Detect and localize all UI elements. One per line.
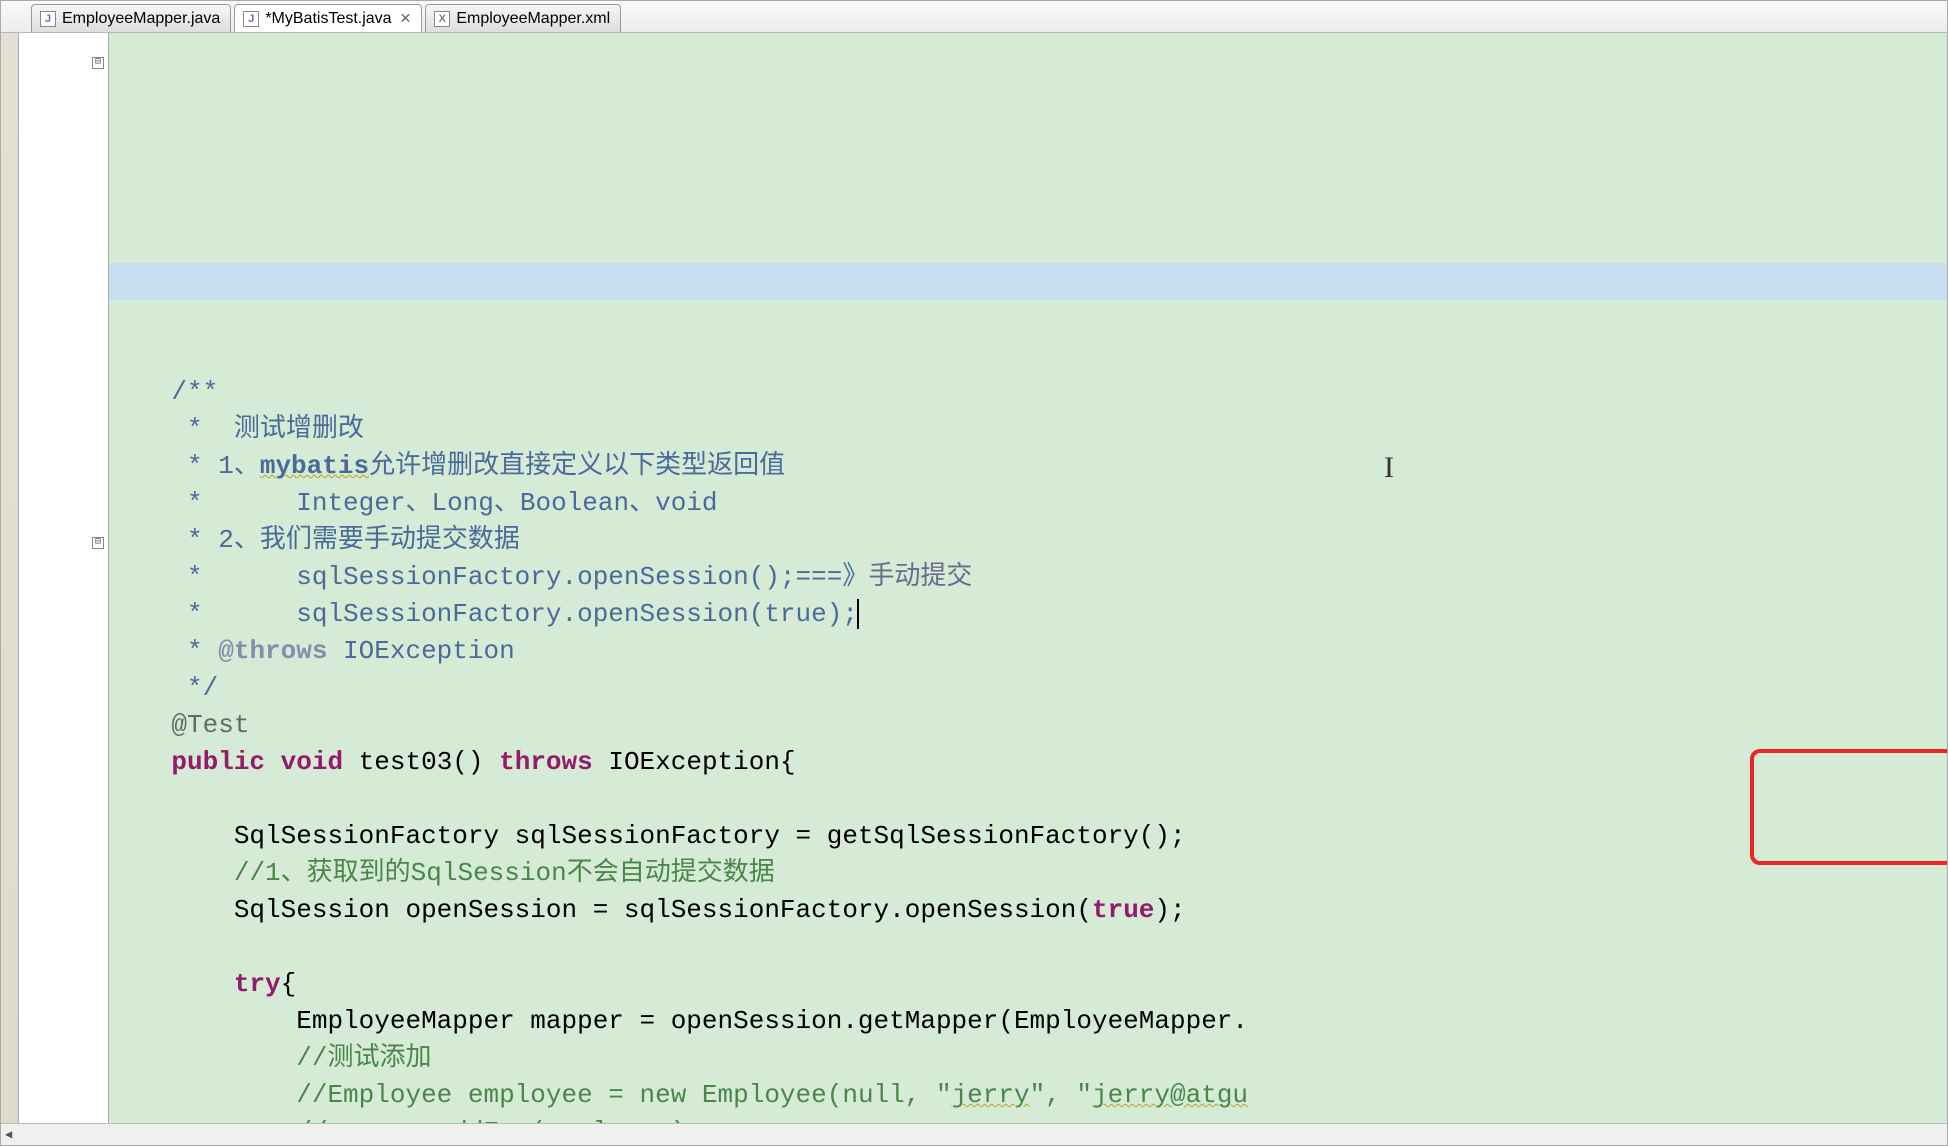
java-file-icon: J <box>243 11 259 27</box>
tab-employee-mapper-java[interactable]: J EmployeeMapper.java <box>31 4 231 32</box>
tab-label: EmployeeMapper.java <box>62 10 220 28</box>
code-editor[interactable]: I /** * 测试增删改 * 1、mybatis允许增删改直接定义以下类型返回… <box>109 33 1947 1123</box>
fold-toggle-icon[interactable]: ⊟ <box>92 57 104 69</box>
ide-window: J EmployeeMapper.java J *MyBatisTest.jav… <box>0 0 1948 1146</box>
current-line-highlight <box>109 263 1947 300</box>
annotation-highlight-box <box>1750 749 1947 865</box>
tab-label: *MyBatisTest.java <box>265 10 391 28</box>
tab-mybatis-test-java[interactable]: J *MyBatisTest.java ✕ <box>234 4 422 32</box>
scroll-left-icon[interactable]: ◀ <box>5 1127 12 1142</box>
tab-bar: J EmployeeMapper.java J *MyBatisTest.jav… <box>1 1 1947 33</box>
java-file-icon: J <box>40 11 56 27</box>
tab-employee-mapper-xml[interactable]: X EmployeeMapper.xml <box>425 4 621 32</box>
caret <box>857 599 859 629</box>
tab-label: EmployeeMapper.xml <box>456 10 610 28</box>
overview-ruler[interactable] <box>1 33 19 1123</box>
xml-file-icon: X <box>434 11 450 27</box>
horizontal-scrollbar[interactable]: ◀ <box>1 1123 1947 1145</box>
gutter[interactable]: ⊟ ⊟ <box>19 33 109 1123</box>
close-icon[interactable]: ✕ <box>400 10 412 27</box>
text-cursor-icon: I <box>1384 449 1394 486</box>
fold-toggle-icon[interactable]: ⊟ <box>92 537 104 549</box>
editor-area: ⊟ ⊟ I /** * 测试增删改 * 1、mybatis允许增删改直接定义以下… <box>1 33 1947 1123</box>
